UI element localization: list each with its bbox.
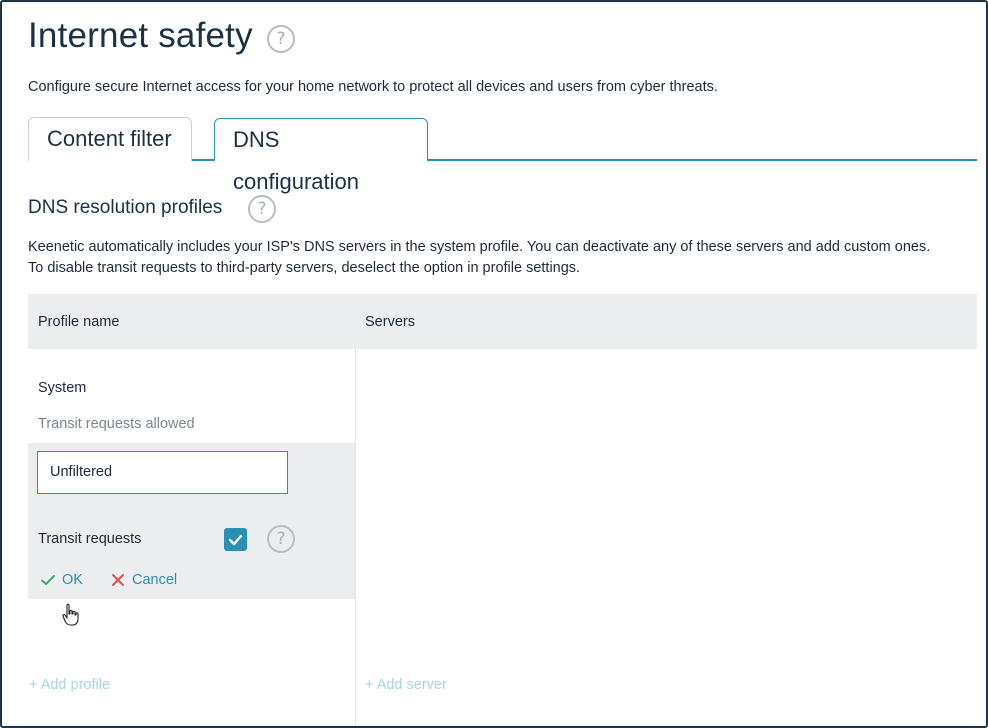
page-description: Configure secure Internet access for you… — [28, 79, 718, 95]
check-icon — [41, 575, 55, 585]
transit-requests-label: Transit requests — [38, 531, 142, 547]
add-profile-link[interactable]: + Add profile — [29, 677, 110, 693]
ok-label: OK — [62, 572, 83, 588]
hand-pointer-icon — [62, 603, 79, 626]
transit-requests-checkbox[interactable] — [224, 528, 247, 551]
column-divider — [355, 349, 356, 726]
transit-help-icon[interactable]: ? — [267, 525, 295, 553]
column-header-profile-name: Profile name — [38, 314, 120, 330]
cancel-button[interactable]: Cancel — [110, 572, 177, 588]
section-description-line1: Keenetic automatically includes your ISP… — [28, 239, 931, 255]
section-title: DNS resolution profiles — [28, 197, 223, 218]
cancel-label: Cancel — [132, 572, 178, 588]
add-server-link[interactable]: + Add server — [365, 677, 447, 693]
ok-button[interactable]: OK — [40, 572, 83, 588]
page-title: Internet safety — [28, 16, 253, 55]
tab-dns-configuration[interactable]: DNS configuration — [214, 118, 428, 194]
page-help-icon[interactable]: ? — [267, 25, 295, 53]
check-icon — [228, 534, 243, 546]
profile-name-input[interactable]: Unfiltered — [37, 451, 288, 494]
table-header: Profile name Servers — [28, 294, 977, 349]
close-icon — [112, 574, 124, 586]
column-header-servers: Servers — [365, 314, 415, 330]
profile-status: Transit requests allowed — [38, 416, 195, 432]
section-description-line2: To disable transit requests to third-par… — [28, 260, 581, 276]
app-frame: Internet safety ? Configure secure Inter… — [0, 0, 988, 728]
tab-content-filter[interactable]: Content filter — [28, 117, 192, 161]
profile-name[interactable]: System — [38, 380, 86, 396]
